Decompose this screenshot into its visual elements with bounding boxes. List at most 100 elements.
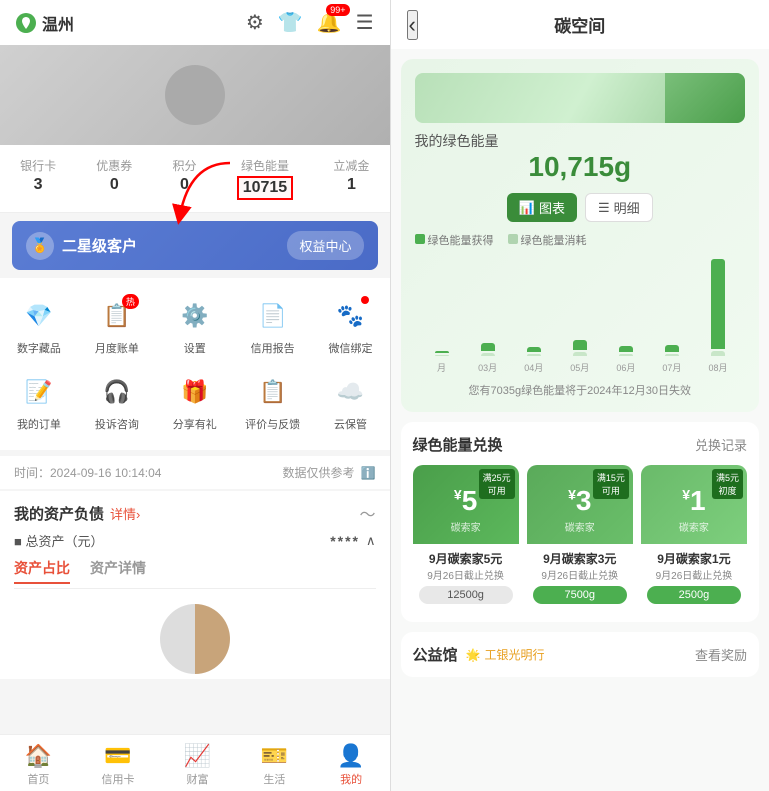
city-name: 温州 bbox=[42, 11, 74, 35]
stat-points[interactable]: 积分 0 bbox=[173, 157, 197, 200]
toggle-detail-button[interactable]: ☰ 明细 bbox=[585, 193, 653, 222]
nav-mine[interactable]: 👤 我的 bbox=[337, 743, 364, 787]
exchange-card-1[interactable]: 满5元初度 ¥1 碳索家 9月碳索家1元 9月26日截止兑换 2500g bbox=[641, 465, 747, 610]
card-bottom-1: 9月碳索家1元 9月26日截止兑换 2500g bbox=[641, 544, 747, 610]
exchange-card-5[interactable]: 满25元可用 ¥5 碳索家 9月碳索家5元 9月26日截止兑换 12500g bbox=[413, 465, 519, 610]
time-label: 时间：2024-09-16 10:14:04 bbox=[14, 464, 161, 481]
notification-icon[interactable]: 🔔 99+ bbox=[317, 10, 342, 35]
menu-icon[interactable]: ☰ bbox=[356, 10, 374, 35]
bar-06: 06月 bbox=[603, 346, 649, 374]
menu-item-complaint[interactable]: 🎧 投诉咨询 bbox=[78, 364, 156, 440]
eye-icon[interactable]: 〜 bbox=[359, 501, 375, 525]
menu-item-share[interactable]: 🎁 分享有礼 bbox=[156, 364, 234, 440]
menu-label-feedback: 评价与反馈 bbox=[245, 416, 300, 432]
exchange-card-3[interactable]: 满15元可用 ¥3 碳索家 9月碳索家3元 9月26日截止兑换 7500g bbox=[527, 465, 633, 610]
bar-label-0: 月 bbox=[437, 361, 446, 374]
menu-label-share: 分享有礼 bbox=[173, 416, 217, 432]
card-price-desc-3: 碳索家 bbox=[565, 519, 595, 534]
stat-bank-card[interactable]: 银行卡 3 bbox=[20, 157, 56, 200]
bar-consume-0 bbox=[435, 355, 449, 356]
right-panel: ‹ 碳空间 我的绿色能量 10,715g 📊 图表 ☰ 明细 绿色能量获得 绿色… bbox=[391, 0, 769, 791]
assets-section: 我的资产负债 详情› 〜 ■ 总资产（元） **** ∧ 资产占比 资产详情 bbox=[0, 491, 390, 599]
info-bar: 时间：2024-09-16 10:14:04 数据仅供参考 ℹ️ bbox=[0, 456, 390, 489]
nav-home[interactable]: 🏠 首页 bbox=[25, 743, 52, 787]
card-ribbon-3: 满15元可用 bbox=[593, 469, 629, 499]
menu-icon-wechat: 🐾 bbox=[331, 296, 371, 336]
bar-consume-3 bbox=[573, 352, 587, 356]
exchange-title: 绿色能量兑换 bbox=[413, 434, 503, 455]
vip-label: 二星级客户 bbox=[62, 235, 137, 256]
menu-item-digital[interactable]: 💎 数字藏品 bbox=[0, 288, 78, 364]
menu-item-orders[interactable]: 📝 我的订单 bbox=[0, 364, 78, 440]
bar-obtain-3 bbox=[573, 340, 587, 350]
nav-life-label: 生活 bbox=[263, 771, 285, 787]
stat-green-energy[interactable]: 绿色能量 10715 bbox=[237, 157, 294, 200]
charity-section: 公益馆 🌟 工银光明行 查看奖励 bbox=[401, 632, 760, 677]
menu-label-wechat: 微信绑定 bbox=[329, 340, 373, 356]
nav-life[interactable]: 🎫 生活 bbox=[261, 743, 288, 787]
charity-link[interactable]: 查看奖励 bbox=[695, 645, 747, 664]
gear-icon[interactable]: ⚙ bbox=[246, 10, 264, 35]
tab-asset-detail[interactable]: 资产详情 bbox=[90, 558, 146, 584]
hot-badge: 热 bbox=[122, 294, 139, 309]
card-date-5: 9月26日截止兑换 bbox=[419, 567, 513, 582]
expand-icon[interactable]: ∧ bbox=[366, 533, 376, 549]
stat-coupon-value: 0 bbox=[110, 176, 119, 194]
info-icon[interactable]: ℹ️ bbox=[361, 466, 376, 480]
tab-asset-ratio[interactable]: 资产占比 bbox=[14, 558, 70, 584]
card-cost-btn-1[interactable]: 2500g bbox=[647, 586, 741, 604]
chart-legend: 绿色能量获得 绿色能量消耗 bbox=[415, 232, 746, 248]
bar-month: 月 bbox=[419, 351, 465, 374]
right-header: ‹ 碳空间 bbox=[391, 0, 769, 49]
charity-brand-name: 工银光明行 bbox=[484, 646, 544, 663]
nav-credit-icon: 💳 bbox=[104, 743, 131, 769]
stat-discount[interactable]: 立减金 1 bbox=[333, 157, 369, 200]
nav-life-icon: 🎫 bbox=[261, 743, 288, 769]
nav-wealth[interactable]: 📈 财富 bbox=[184, 743, 211, 787]
menu-item-credit[interactable]: 📄 信用报告 bbox=[234, 288, 312, 364]
legend-obtain-dot bbox=[415, 234, 425, 244]
card-cost-btn-3[interactable]: 7500g bbox=[533, 586, 627, 604]
menu-item-bill[interactable]: 📋 热 月度账单 bbox=[78, 288, 156, 364]
avatar-blur bbox=[0, 45, 390, 145]
stat-discount-value: 1 bbox=[347, 176, 356, 194]
menu-item-wechat[interactable]: 🐾 微信绑定 bbox=[312, 288, 390, 364]
charity-title: 公益馆 bbox=[413, 644, 458, 665]
shirt-icon[interactable]: 👕 bbox=[278, 10, 303, 35]
assets-detail-link[interactable]: 详情› bbox=[110, 504, 140, 523]
menu-icon-orders: 📝 bbox=[19, 372, 59, 412]
energy-card: 我的绿色能量 10,715g 📊 图表 ☰ 明细 绿色能量获得 绿色能量消耗 月 bbox=[401, 59, 760, 412]
assets-header: 我的资产负债 详情› 〜 bbox=[14, 501, 376, 525]
card-name-5: 9月碳索家5元 bbox=[419, 550, 513, 567]
card-cost-btn-5[interactable]: 12500g bbox=[419, 586, 513, 604]
exchange-section: 绿色能量兑换 兑换记录 满25元可用 ¥5 碳索家 9月碳索家5元 9月26日截… bbox=[401, 422, 760, 622]
bar-05: 05月 bbox=[557, 340, 603, 374]
left-panel: 温州 ⚙ 👕 🔔 99+ ☰ 银行卡 3 优惠券 0 积分 0 bbox=[0, 0, 390, 791]
nav-wealth-label: 财富 bbox=[187, 771, 209, 787]
back-button[interactable]: ‹ bbox=[407, 10, 418, 40]
toggle-chart-button[interactable]: 📊 图表 bbox=[507, 193, 577, 222]
nav-credit-card[interactable]: 💳 信用卡 bbox=[101, 743, 134, 787]
exchange-history-link[interactable]: 兑换记录 bbox=[695, 435, 747, 454]
menu-label-complaint: 投诉咨询 bbox=[95, 416, 139, 432]
menu-label-credit: 信用报告 bbox=[251, 340, 295, 356]
bar-07: 07月 bbox=[649, 345, 695, 374]
assets-tabs: 资产占比 资产详情 bbox=[14, 558, 376, 589]
app-header: 温州 ⚙ 👕 🔔 99+ ☰ bbox=[0, 0, 390, 45]
menu-icon-settings: ⚙️ bbox=[175, 296, 215, 336]
bar-consume-2 bbox=[527, 354, 541, 356]
menu-item-settings[interactable]: ⚙️ 设置 bbox=[156, 288, 234, 364]
bar-obtain-6 bbox=[711, 259, 725, 349]
card-price-1: ¥1 bbox=[682, 485, 705, 517]
menu-item-cloud[interactable]: ☁️ 云保管 bbox=[312, 364, 390, 440]
chart-label: 图表 bbox=[539, 198, 565, 217]
stat-coupon[interactable]: 优惠券 0 bbox=[96, 157, 132, 200]
bar-label-2: 04月 bbox=[524, 361, 543, 374]
stat-bank-value: 3 bbox=[34, 176, 43, 194]
header-left: 温州 bbox=[16, 11, 74, 35]
bar-04: 04月 bbox=[511, 347, 557, 374]
vip-benefits-button[interactable]: 权益中心 bbox=[287, 231, 363, 260]
menu-item-feedback[interactable]: 📋 评价与反馈 bbox=[234, 364, 312, 440]
card-price-5: ¥5 bbox=[454, 485, 477, 517]
menu-label-bill: 月度账单 bbox=[95, 340, 139, 356]
